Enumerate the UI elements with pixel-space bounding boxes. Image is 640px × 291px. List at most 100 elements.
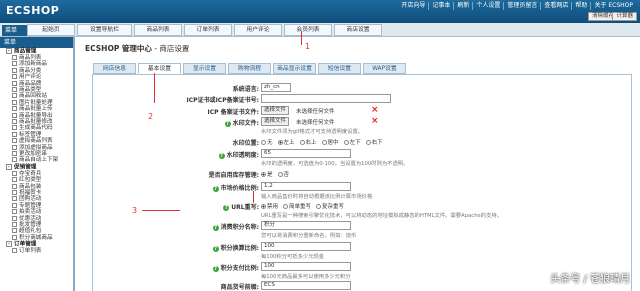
settings-form: 系统语言: zh_cn ICP证书或ICP备案证书号: ICP 备案证书文件: … [92, 74, 632, 291]
watermark-label: 水印文件: [232, 120, 259, 127]
annotation-arrow-2 [154, 73, 155, 103]
radio-icon [261, 139, 266, 145]
help-icon[interactable]: ? [223, 204, 230, 211]
help-icon[interactable]: ? [212, 185, 219, 192]
radio-icon [343, 139, 349, 145]
stock-yes[interactable]: 是 [261, 170, 273, 178]
nav-tab-order-list[interactable]: 订单列表 [184, 24, 232, 36]
points-name-input[interactable]: 积分 [261, 221, 351, 230]
sn-prefix-label: 商品货号前缀: [220, 284, 259, 291]
row-market-price: ? 市场价格比例: 1.2 [93, 181, 633, 192]
watermark-delete-icon[interactable]: × [371, 116, 379, 126]
sidebar-list: 商品管理商品列表添加新商品商品分类用户评论商品品牌商品类型商品回收站图片批量处理… [0, 48, 73, 255]
stock-no-label: 否 [283, 172, 290, 178]
wm-position-options: 无 左上 右上 居中 左下 右下 [261, 138, 383, 146]
points-name-hint: 您可以将消费积分重新命名。例如：烧币 [261, 233, 357, 239]
url-disabled[interactable]: 禁用 [261, 202, 278, 210]
annotation-label-2: 2 [148, 112, 154, 121]
nav-tab-home[interactable]: 起始页 [27, 24, 75, 36]
top-link-help[interactable]: 帮助 [572, 2, 592, 10]
url-complex[interactable]: 复杂重写 [316, 202, 344, 210]
icp-input[interactable] [261, 94, 391, 103]
stock-options: 是 否 [261, 170, 289, 178]
stock-yes-label: 是 [267, 172, 273, 178]
icp-file-label: ICP 备案证书文件: [207, 109, 259, 116]
stock-no[interactable]: 否 [277, 170, 290, 178]
icp-file-delete-icon[interactable]: × [371, 105, 379, 115]
nav-tab-members[interactable]: 会员列表 [284, 24, 332, 36]
wm-pos-top-left[interactable]: 左上 [277, 138, 295, 146]
points-rate-label-wrap: ? 积分换算比例: [212, 243, 259, 252]
row-watermark-alpha: ? 水印透明度: 65 [93, 148, 633, 159]
tab-goods-display[interactable]: 商品显示设置 [273, 63, 316, 74]
sidebar-group[interactable]: 商品管理 [0, 48, 73, 55]
annotation-arrow-4 [253, 191, 254, 203]
url-simple[interactable]: 简单重写 [283, 202, 311, 210]
tab-basic-settings[interactable]: 基本设置 [138, 63, 181, 74]
tab-shop-info[interactable]: 网店信息 [93, 63, 136, 74]
nav-tab-shop-settings[interactable]: 商店设置 [334, 24, 382, 36]
help-icon[interactable]: ? [212, 265, 219, 272]
wm-alpha-hint: 水印的透明度，可选值为0-100。当设置为100时则为不透明。 [261, 161, 409, 167]
language-select[interactable]: zh_cn [261, 83, 291, 92]
points-pay-input[interactable]: 100 [261, 262, 351, 271]
top-link-messages[interactable]: 管理员留言 [504, 2, 542, 10]
radio-icon [316, 203, 322, 209]
url-disabled-label: 禁用 [267, 204, 279, 210]
row-points-name: ? 消费积分名称: 积分 [93, 220, 633, 231]
nav-tab-goods-list[interactable]: 商品列表 [134, 24, 182, 36]
page-title-text: 商店设置 [159, 44, 190, 53]
points-pay-hint: 每100元商品最多可以使用多少元积分 [261, 274, 351, 280]
top-link-view-shop[interactable]: 查看网店 [541, 2, 573, 10]
market-price-input[interactable]: 1.2 [261, 182, 351, 191]
wm-alpha-input[interactable]: 65 [261, 149, 351, 158]
nav-tab-comments[interactable]: 用户评论 [234, 24, 282, 36]
row-watermark-position: 水印位置: 无 左上 右上 居中 左下 右下 [93, 136, 633, 147]
radio-icon [261, 203, 266, 209]
annotation-arrow-1 [301, 31, 302, 45]
annotation-label-3: 3 [132, 206, 138, 215]
calculator-button[interactable]: 计算器 [612, 12, 637, 21]
sidebar-group[interactable]: 促销管理 [0, 164, 73, 171]
top-link-notepad[interactable]: 记事本 [429, 2, 455, 10]
menu-toggle[interactable]: 菜单 [2, 25, 27, 36]
wm-pos-center[interactable]: 居中 [321, 138, 339, 146]
points-rate-input[interactable]: 100 [261, 242, 351, 251]
help-icon[interactable]: ? [224, 120, 231, 127]
top-link-about[interactable]: 关于 ECSHOP [591, 2, 636, 10]
tab-wap-settings[interactable]: WAP设置 [363, 63, 406, 74]
wm-pos-bottom-right[interactable]: 右下 [365, 138, 383, 146]
top-link-profile[interactable]: 个人设置 [473, 2, 505, 10]
annotation-arrow-3 [142, 210, 180, 211]
points-rate-label: 积分换算比例: [220, 245, 259, 252]
help-icon[interactable]: ? [212, 245, 219, 252]
help-icon[interactable]: ? [212, 224, 219, 231]
wm-pos-top-right[interactable]: 右上 [299, 138, 317, 146]
top-link-wizard[interactable]: 开店向导 [398, 2, 430, 10]
watermark-file-button[interactable]: 选择文件 [261, 117, 290, 126]
sidebar-header: 菜单 [0, 37, 73, 48]
row-icp-file: ICP 备案证书文件: 选择文件 未选择任何文件 × [93, 105, 633, 116]
sn-prefix-input[interactable]: ECS [261, 281, 351, 290]
sidebar-item[interactable]: 订单列表 [0, 248, 73, 254]
wm-pos-center-label: 居中 [327, 140, 339, 146]
wm-pos-top-left-label: 左上 [283, 140, 295, 146]
icp-file-button[interactable]: 选择文件 [261, 106, 290, 115]
page-brand: ECSHOP 管理中心 [85, 44, 152, 53]
page-title: ECSHOP 管理中心 - 商店设置 [85, 43, 189, 54]
tab-sms-settings[interactable]: 短信设置 [318, 63, 361, 74]
wm-pos-none[interactable]: 无 [261, 138, 273, 146]
nav-tab-nav-settings[interactable]: 设置导航栏 [77, 24, 132, 36]
url-label: URL重写: [231, 204, 259, 211]
tab-display-settings[interactable]: 显示设置 [183, 63, 226, 74]
wm-pos-bottom-right-label: 右下 [371, 140, 383, 146]
wm-pos-bottom-left[interactable]: 左下 [343, 138, 361, 146]
radio-icon [283, 203, 289, 209]
top-link-refresh[interactable]: 刷新 [454, 2, 474, 10]
help-icon[interactable]: ? [218, 152, 225, 159]
radio-icon [299, 139, 305, 145]
row-language: 系统语言: zh_cn [93, 82, 633, 93]
row-points-rate: ? 积分换算比例: 100 [93, 241, 633, 252]
top-header: ECSHOP 开店向导 记事本 刷新 个人设置 管理员留言 查看网店 帮助 关于… [0, 0, 640, 23]
tab-shopping-flow[interactable]: 购物流程 [228, 63, 271, 74]
